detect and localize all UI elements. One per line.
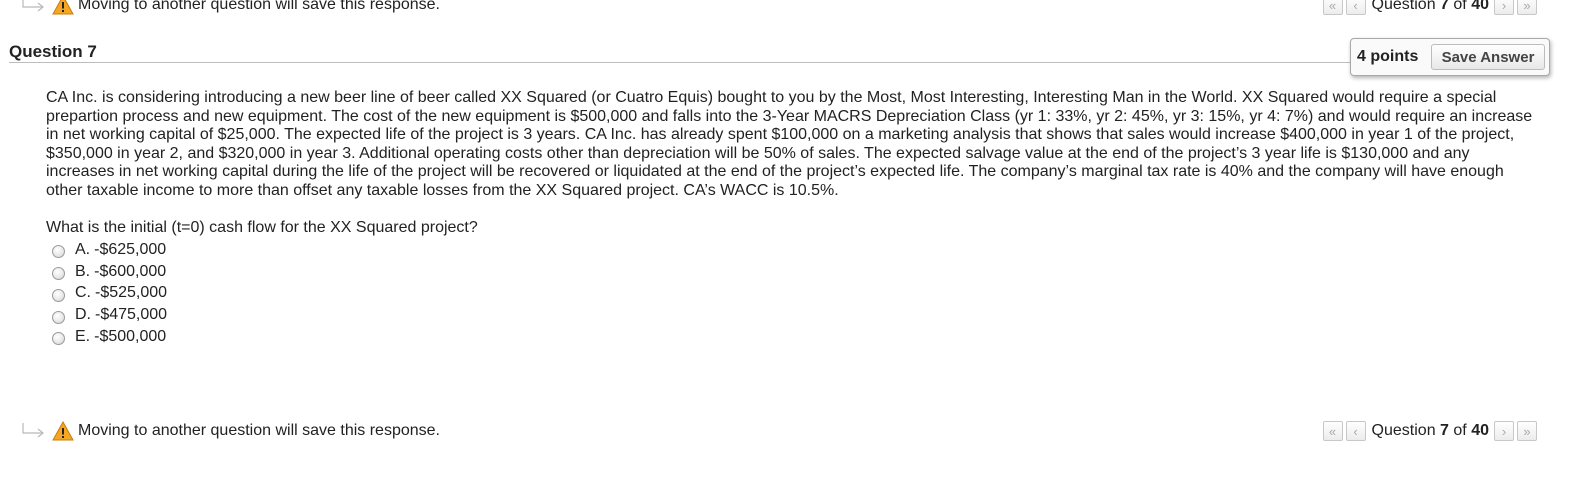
option-value: -$475,000 [95,306,168,324]
option-letter: E. [75,327,91,345]
bottom-navigation-bar: Moving to another question will save thi… [0,419,1587,443]
first-question-button[interactable]: « [1322,421,1343,441]
double-chevron-left-icon: « [1328,423,1337,439]
chevron-right-icon: › [1501,423,1507,439]
radio-button[interactable] [52,310,65,324]
option-value: -$525,000 [95,284,168,302]
chevron-left-icon: ‹ [1353,423,1358,439]
save-hint: Moving to another question will save thi… [20,419,440,443]
return-arrow-icon [22,0,44,12]
double-chevron-right-icon: » [1523,0,1531,13]
save-hint-text: Moving to another question will save thi… [78,422,440,439]
answer-options: A. -$625,000 B. -$600,000 C. -$525,000 D… [52,239,167,348]
question-position: Question 7 of 40 [1371,422,1489,439]
question-pager: « ‹ Question 7 of 40 › » [1322,0,1540,17]
question-pager: « ‹ Question 7 of 40 › » [1322,419,1540,443]
next-question-button[interactable]: › [1494,0,1514,15]
save-hint: Moving to another question will save thi… [20,0,440,17]
answer-option-b[interactable]: B. -$600,000 [52,261,167,283]
save-hint-text: Moving to another question will save thi… [78,0,440,13]
option-letter: C. [75,284,91,302]
chevron-right-icon: › [1501,0,1507,13]
option-letter: D. [75,306,91,324]
save-answer-button[interactable]: Save Answer [1431,44,1545,70]
radio-button[interactable] [52,332,65,346]
option-value: -$600,000 [94,262,167,280]
first-question-button[interactable]: « [1322,0,1343,15]
return-arrow-icon [22,423,44,438]
option-value: -$500,000 [94,327,167,345]
double-chevron-left-icon: « [1328,0,1337,13]
question-title: Question 7 [9,42,97,61]
option-letter: A. [75,240,91,258]
points-panel: 4 points Save Answer [1350,38,1550,76]
answer-option-e[interactable]: E. -$500,000 [52,326,167,348]
answer-option-a[interactable]: A. -$625,000 [52,239,167,261]
option-letter: B. [75,262,91,280]
last-question-button[interactable]: » [1517,0,1537,15]
answer-option-d[interactable]: D. -$475,000 [52,304,167,326]
question-page: Moving to another question will save thi… [0,0,1587,477]
next-question-button[interactable]: › [1494,421,1514,441]
previous-question-button[interactable]: ‹ [1345,0,1366,15]
radio-button[interactable] [52,267,65,281]
previous-question-button[interactable]: ‹ [1345,421,1366,441]
question-text: CA Inc. is considering introducing a new… [46,89,1536,201]
question-prompt: What is the initial (t=0) cash flow for … [46,219,478,236]
warning-icon [52,421,74,441]
top-navigation-bar: Moving to another question will save thi… [0,0,1587,17]
option-value: -$625,000 [94,240,167,258]
question-paragraph: CA Inc. is considering introducing a new… [46,89,1533,199]
last-question-button[interactable]: » [1517,421,1537,441]
chevron-left-icon: ‹ [1353,0,1358,13]
answer-option-c[interactable]: C. -$525,000 [52,283,167,305]
double-chevron-right-icon: » [1523,423,1531,439]
points-value: 4 points [1357,48,1419,65]
radio-button[interactable] [52,288,65,302]
question-divider [9,62,1354,63]
question-position: Question 7 of 40 [1371,0,1489,13]
radio-button[interactable] [52,245,65,259]
warning-icon [52,0,74,15]
